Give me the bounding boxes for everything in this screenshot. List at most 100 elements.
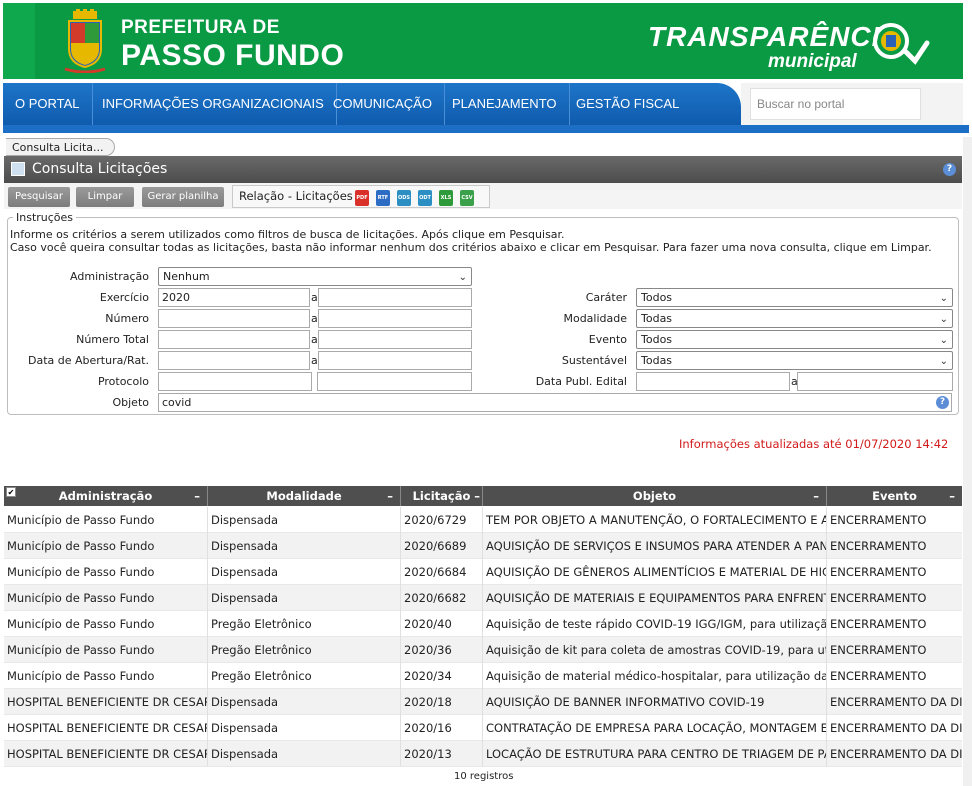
cell-modalidade: Pregão Eletrônico (208, 637, 401, 663)
table-row[interactable]: Município de Passo Fundo Pregão Eletrôni… (4, 611, 962, 637)
table-row[interactable]: Município de Passo Fundo Dispensada 2020… (4, 507, 962, 533)
label-carater: Caráter (585, 291, 627, 304)
search-button[interactable]: Pesquisar (8, 187, 70, 207)
numero-total-from-input[interactable] (158, 330, 310, 349)
column-header-licitacao[interactable]: Licitação – (401, 486, 483, 506)
rtf-export-icon[interactable]: RTF (376, 190, 390, 206)
cell-modalidade: Dispensada (208, 533, 401, 559)
numero-from-input[interactable] (158, 309, 310, 328)
administracao-select[interactable]: Nenhum ⌄ (158, 267, 472, 286)
carater-select[interactable]: Todos ⌄ (636, 288, 953, 307)
table-row[interactable]: Município de Passo Fundo Dispensada 2020… (4, 559, 962, 585)
modalidade-value: Todas (641, 312, 673, 325)
cell-licitacao[interactable]: 2020/6689 (401, 533, 483, 559)
collapse-column-icon[interactable]: – (949, 486, 955, 506)
search-input[interactable]: Buscar no portal (750, 88, 921, 120)
cell-licitacao[interactable]: 2020/16 (401, 715, 483, 741)
ods-export-icon[interactable]: ODS (397, 190, 411, 206)
sustentavel-select[interactable]: Todas ⌄ (636, 351, 953, 370)
cell-licitacao[interactable]: 2020/36 (401, 637, 483, 663)
transparency-logo-sub: municipal (768, 51, 857, 72)
cell-licitacao[interactable]: 2020/6684 (401, 559, 483, 585)
cell-licitacao[interactable]: 2020/6682 (401, 585, 483, 611)
breadcrumb-tab[interactable]: Consulta Licita... (6, 138, 115, 156)
cell-objeto: AQUISIÇÃO DE GÊNEROS ALIMENTÍCIOS E MATE… (483, 559, 827, 585)
cell-licitacao[interactable]: 2020/40 (401, 611, 483, 637)
page-scrollbar[interactable] (963, 137, 972, 786)
cell-licitacao[interactable]: 2020/34 (401, 663, 483, 689)
records-count: 10 registros (454, 771, 514, 782)
objeto-help-icon[interactable]: ? (936, 396, 949, 409)
city-crest-icon[interactable] (63, 9, 107, 73)
odt-export-icon[interactable]: ODT (418, 190, 432, 206)
cell-modalidade: Dispensada (208, 507, 401, 533)
data-abertura-from-input[interactable] (158, 351, 310, 370)
label-numero-total: Número Total (76, 333, 149, 346)
table-row[interactable]: HOSPITAL BENEFICIENTE DR CESAR Dispensad… (4, 741, 962, 767)
nav-planejamento[interactable]: PLANEJAMENTO (440, 83, 570, 125)
data-publ-to-input[interactable] (797, 372, 953, 391)
clear-button[interactable]: Limpar (76, 187, 134, 207)
modalidade-select[interactable]: Todas ⌄ (636, 309, 953, 328)
cell-licitacao[interactable]: 2020/18 (401, 689, 483, 715)
numero-to-input[interactable] (318, 309, 472, 328)
cell-objeto: LOCAÇÃO DE ESTRUTURA PARA CENTRO DE TRIA… (483, 741, 827, 767)
numero-total-to-input[interactable] (318, 330, 472, 349)
nav-o-portal[interactable]: O PORTAL (3, 83, 93, 125)
protocolo-to-input[interactable] (317, 372, 472, 391)
label-evento: Evento (588, 333, 627, 346)
label-data-publ-edital: Data Publ. Edital (535, 375, 627, 388)
cell-licitacao[interactable]: 2020/6729 (401, 507, 483, 533)
table-row[interactable]: Município de Passo Fundo Dispensada 2020… (4, 585, 962, 611)
cell-objeto: CONTRATAÇÃO DE EMPRESA PARA LOCAÇÃO, MON… (483, 715, 827, 741)
table-row[interactable]: Município de Passo Fundo Pregão Eletrôni… (4, 637, 962, 663)
collapse-column-icon[interactable]: – (387, 486, 393, 506)
objeto-input[interactable]: covid (158, 393, 952, 412)
chevron-down-icon: ⌄ (458, 272, 467, 283)
exercicio-from-input[interactable]: 2020 (158, 288, 310, 307)
table-row[interactable]: Município de Passo Fundo Dispensada 2020… (4, 533, 962, 559)
collapse-column-icon[interactable]: – (474, 486, 480, 506)
cell-licitacao[interactable]: 2020/13 (401, 741, 483, 767)
exercicio-to-input[interactable] (318, 288, 472, 307)
column-header-administracao[interactable]: Administração – (4, 486, 208, 506)
pdf-export-icon[interactable]: PDF (355, 190, 369, 206)
table-row[interactable]: HOSPITAL BENEFICIENTE DR CESAR Dispensad… (4, 689, 962, 715)
cell-objeto: TEM POR OBJETO A MANUTENÇÃO, O FORTALECI… (483, 507, 827, 533)
brand-line2: PASSO FUNDO (121, 39, 345, 72)
updated-timestamp: Informações atualizadas até 01/07/2020 1… (679, 437, 949, 451)
nav-informacoes-organizacionais[interactable]: INFORMAÇÕES ORGANIZACIONAIS (90, 83, 337, 125)
help-icon[interactable]: ? (943, 163, 956, 176)
collapse-column-icon[interactable]: – (194, 486, 200, 506)
column-header-label: Modalidade (266, 489, 342, 503)
nav-gestao-fiscal[interactable]: GESTÃO FISCAL (564, 83, 691, 125)
cell-evento: ENCERRAMENTO DA DIS (830, 721, 962, 735)
nav-comunicacao[interactable]: COMUNICAÇÃO (321, 83, 445, 125)
table-row[interactable]: HOSPITAL BENEFICIENTE DR CESAR Dispensad… (4, 715, 962, 741)
site-header: PREFEITURA DE PASSO FUNDO TRANSPARÊNCI m… (3, 3, 963, 79)
generate-spreadsheet-button[interactable]: Gerar planilha (142, 187, 224, 207)
csv-export-icon[interactable]: CSV (460, 190, 474, 206)
chevron-down-icon: ⌄ (939, 314, 948, 325)
data-abertura-to-input[interactable] (318, 351, 472, 370)
table-row[interactable]: Município de Passo Fundo Pregão Eletrôni… (4, 663, 962, 689)
cell-modalidade: Dispensada (208, 741, 401, 767)
evento-select[interactable]: Todos ⌄ (636, 330, 953, 349)
transparency-logo-text[interactable]: TRANSPARÊNCI (648, 21, 880, 53)
collapse-column-icon[interactable]: – (813, 486, 819, 506)
transparency-magnifier-icon (873, 23, 930, 65)
results-table-header: ✔ Administração – Modalidade – Licitação… (4, 486, 962, 506)
column-header-evento[interactable]: Evento – (827, 486, 962, 506)
cell-objeto: Aquisição de material médico-hospitalar,… (483, 663, 827, 689)
data-publ-from-input[interactable] (636, 372, 790, 391)
panel-title: Consulta Licitações (32, 161, 168, 177)
column-header-objeto[interactable]: Objeto – (483, 486, 827, 506)
column-header-modalidade[interactable]: Modalidade – (208, 486, 401, 506)
instructions-line2: Caso você queira consultar todas as lici… (10, 241, 932, 254)
xls-export-icon[interactable]: XLS (439, 190, 453, 206)
cell-evento: ENCERRAMENTO (830, 643, 927, 657)
column-header-label: Administração (58, 489, 153, 503)
label-sustentavel: Sustentável (561, 354, 627, 367)
protocolo-from-input[interactable] (158, 372, 312, 391)
cell-modalidade: Dispensada (208, 559, 401, 585)
